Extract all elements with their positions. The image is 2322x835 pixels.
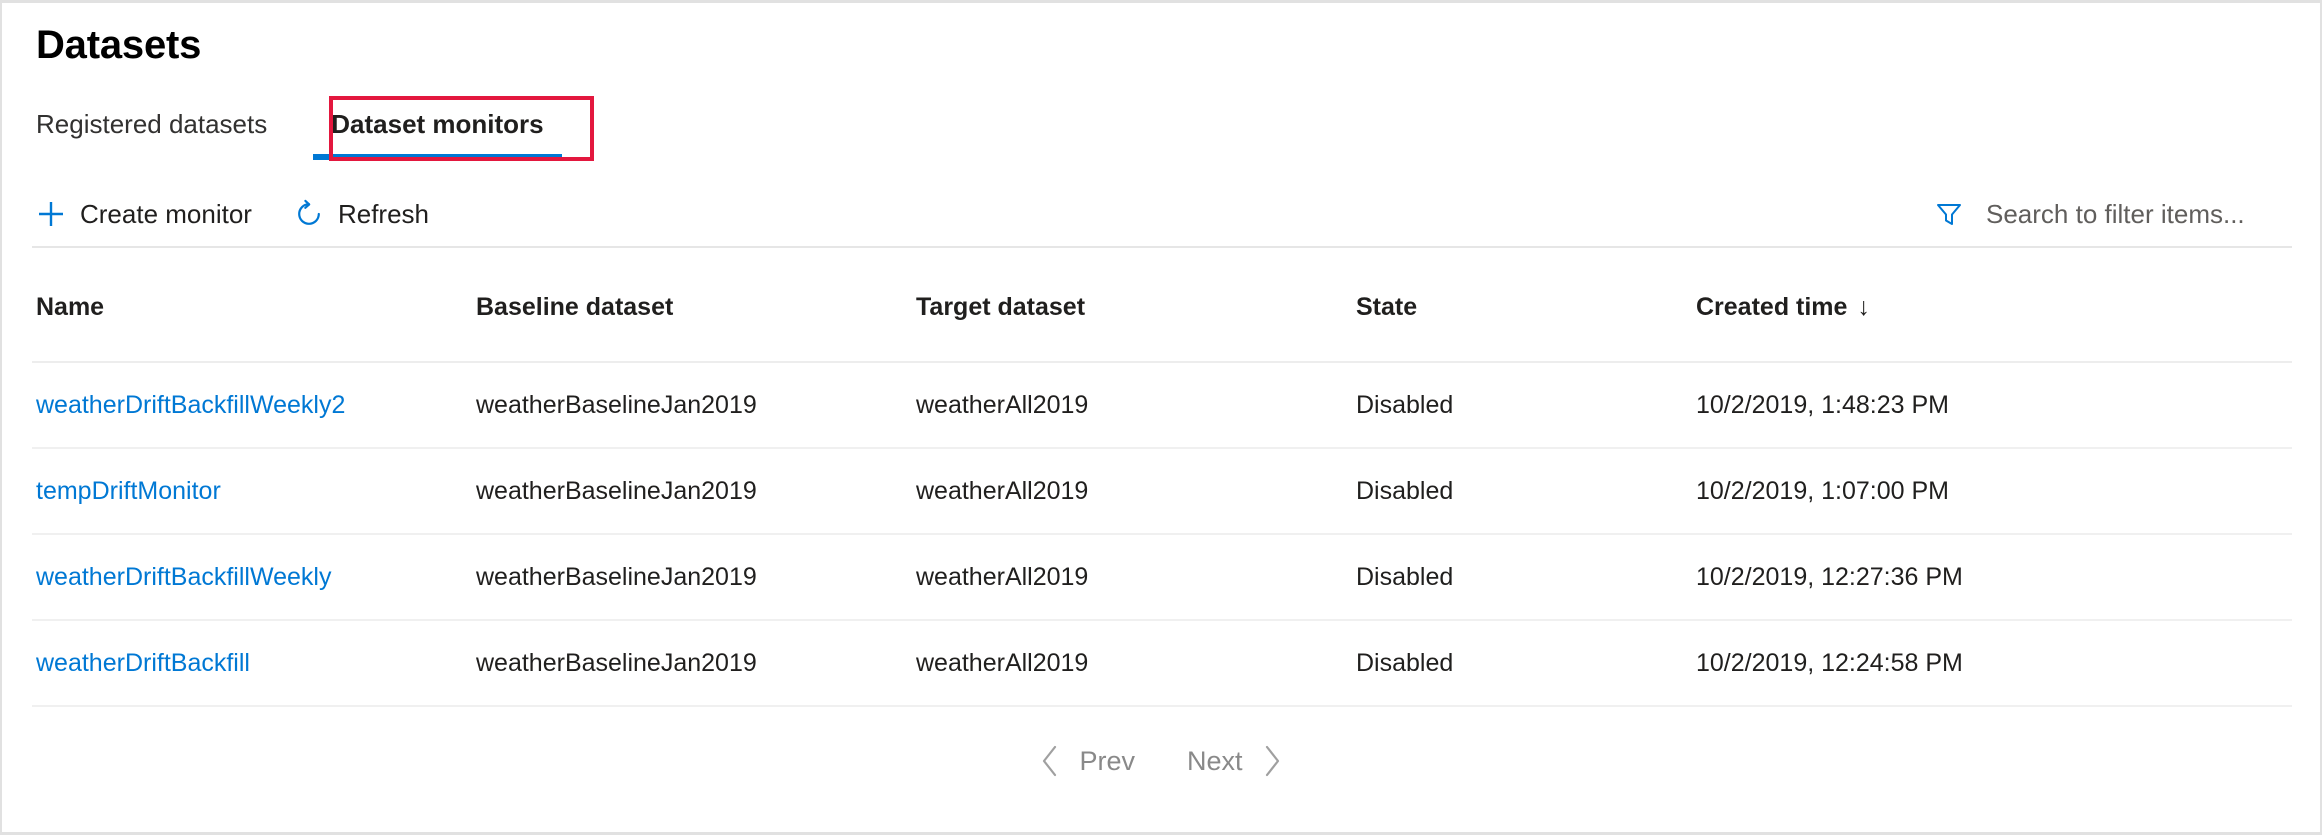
cell-created-time: 10/2/2019, 12:24:58 PM bbox=[1696, 649, 2288, 678]
next-page-button[interactable]: Next bbox=[1161, 738, 1311, 784]
cell-target-dataset: weatherAll2019 bbox=[916, 391, 1356, 420]
cell-state: Disabled bbox=[1356, 391, 1696, 420]
cell-state: Disabled bbox=[1356, 563, 1696, 592]
cell-baseline-dataset: weatherBaselineJan2019 bbox=[476, 391, 916, 420]
column-header-state[interactable]: State bbox=[1356, 293, 1696, 322]
cell-name: tempDriftMonitor bbox=[36, 477, 476, 506]
next-page-label: Next bbox=[1187, 746, 1243, 777]
command-bar-divider bbox=[32, 246, 2292, 248]
tab-registered-datasets[interactable]: Registered datasets bbox=[36, 99, 301, 154]
monitor-name-link[interactable]: weatherDriftBackfillWeekly2 bbox=[36, 391, 345, 419]
cell-target-dataset: weatherAll2019 bbox=[916, 477, 1356, 506]
table-row[interactable]: weatherDriftBackfillWeekly weatherBaseli… bbox=[32, 535, 2292, 621]
datasets-page: Datasets Registered datasets Dataset mon… bbox=[0, 0, 2322, 835]
page-title: Datasets bbox=[36, 23, 201, 67]
column-header-created-time-label: Created time bbox=[1696, 293, 1847, 321]
search-input[interactable] bbox=[1986, 199, 2286, 230]
cell-target-dataset: weatherAll2019 bbox=[916, 563, 1356, 592]
tab-label: Dataset monitors bbox=[331, 109, 543, 139]
sort-descending-icon: ↓ bbox=[1857, 293, 1870, 322]
cell-state: Disabled bbox=[1356, 649, 1696, 678]
refresh-icon bbox=[294, 199, 324, 229]
chevron-right-icon bbox=[1259, 744, 1285, 778]
cell-baseline-dataset: weatherBaselineJan2019 bbox=[476, 563, 916, 592]
cell-name: weatherDriftBackfill bbox=[36, 649, 476, 678]
dataset-monitors-table: Name Baseline dataset Target dataset Sta… bbox=[32, 253, 2292, 707]
filter-funnel-icon bbox=[1934, 199, 1964, 229]
cell-name: weatherDriftBackfillWeekly2 bbox=[36, 391, 476, 420]
monitor-name-link[interactable]: weatherDriftBackfill bbox=[36, 649, 250, 677]
create-monitor-label: Create monitor bbox=[80, 199, 252, 230]
plus-icon bbox=[36, 199, 66, 229]
cell-baseline-dataset: weatherBaselineJan2019 bbox=[476, 477, 916, 506]
tab-label: Registered datasets bbox=[36, 109, 267, 139]
tab-strip: Registered datasets Dataset monitors bbox=[36, 99, 574, 161]
cell-created-time: 10/2/2019, 12:27:36 PM bbox=[1696, 563, 2288, 592]
pagination: Prev Next bbox=[2, 738, 2320, 784]
column-header-target-dataset[interactable]: Target dataset bbox=[916, 293, 1356, 322]
column-header-name[interactable]: Name bbox=[36, 293, 476, 322]
monitor-name-link[interactable]: weatherDriftBackfillWeekly bbox=[36, 563, 331, 591]
table-row[interactable]: weatherDriftBackfillWeekly2 weatherBasel… bbox=[32, 363, 2292, 449]
cell-created-time: 10/2/2019, 1:48:23 PM bbox=[1696, 391, 2288, 420]
prev-page-label: Prev bbox=[1079, 746, 1135, 777]
table-row[interactable]: weatherDriftBackfill weatherBaselineJan2… bbox=[32, 621, 2292, 707]
table-row[interactable]: tempDriftMonitor weatherBaselineJan2019 … bbox=[32, 449, 2292, 535]
create-monitor-button[interactable]: Create monitor bbox=[36, 193, 268, 236]
tab-dataset-monitors[interactable]: Dataset monitors bbox=[301, 99, 573, 154]
filter-search-area[interactable] bbox=[1934, 199, 2286, 230]
column-header-baseline-dataset[interactable]: Baseline dataset bbox=[476, 293, 916, 322]
tab-active-underline bbox=[313, 154, 561, 160]
cell-baseline-dataset: weatherBaselineJan2019 bbox=[476, 649, 916, 678]
chevron-left-icon bbox=[1037, 744, 1063, 778]
cell-state: Disabled bbox=[1356, 477, 1696, 506]
refresh-button[interactable]: Refresh bbox=[294, 193, 445, 236]
cell-name: weatherDriftBackfillWeekly bbox=[36, 563, 476, 592]
table-header-row: Name Baseline dataset Target dataset Sta… bbox=[32, 253, 2292, 363]
monitor-name-link[interactable]: tempDriftMonitor bbox=[36, 477, 221, 505]
column-header-created-time[interactable]: Created time ↓ bbox=[1696, 293, 2288, 322]
cell-target-dataset: weatherAll2019 bbox=[916, 649, 1356, 678]
command-bar: Create monitor Refresh bbox=[2, 183, 2320, 245]
refresh-label: Refresh bbox=[338, 199, 429, 230]
cell-created-time: 10/2/2019, 1:07:00 PM bbox=[1696, 477, 2288, 506]
prev-page-button[interactable]: Prev bbox=[1011, 738, 1161, 784]
